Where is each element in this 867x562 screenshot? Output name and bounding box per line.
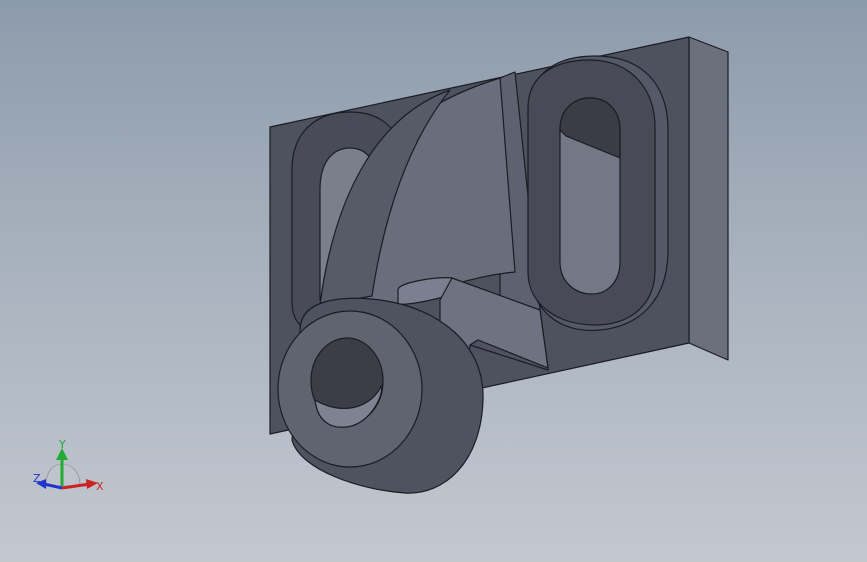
part-model[interactable]	[0, 0, 867, 562]
x-axis-label: X	[96, 480, 104, 493]
graphics-viewport[interactable]: Y X Z	[0, 0, 867, 562]
plate-side-face	[688, 36, 729, 361]
view-triad: Y X Z	[33, 440, 104, 493]
z-axis-label: Z	[33, 472, 41, 485]
y-axis-label: Y	[58, 440, 66, 451]
